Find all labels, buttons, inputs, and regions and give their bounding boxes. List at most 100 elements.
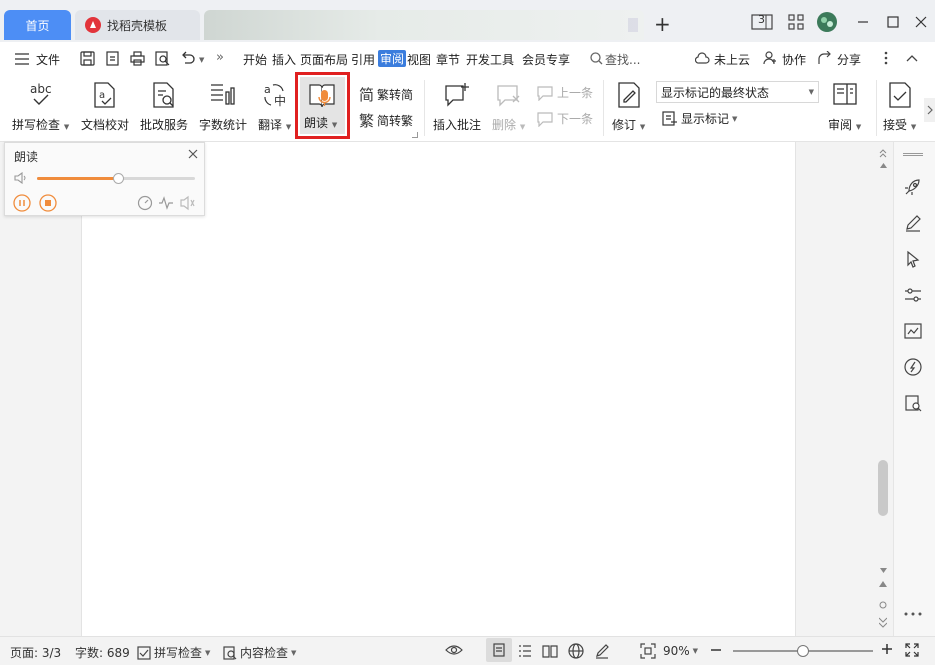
menu-start[interactable]: 开始 — [243, 51, 267, 68]
read-aloud-button[interactable]: 朗读 ▼ — [300, 77, 345, 134]
menu-insert[interactable]: 插入 — [272, 51, 296, 68]
volume-knob[interactable] — [113, 173, 125, 184]
compass-icon[interactable] — [903, 357, 923, 377]
trad-to-simp-button[interactable]: 简 繁转简 — [359, 84, 413, 105]
next-page-icon[interactable] — [879, 617, 887, 629]
word-count-button[interactable]: 字数统计 — [199, 80, 247, 133]
fit-page-icon[interactable] — [640, 643, 656, 659]
sidebar-menu-icon[interactable] — [903, 153, 923, 156]
translate-button[interactable]: a中 翻译 ▼ — [258, 80, 291, 133]
menu-references[interactable]: 引用 — [351, 51, 375, 68]
spell-check-button[interactable]: abc 拼写检查 ▼ — [12, 80, 69, 133]
search-input[interactable]: 查找... — [605, 51, 640, 68]
collapse-ribbon-icon[interactable] — [906, 54, 918, 62]
tab-document[interactable] — [204, 10, 644, 40]
export-pdf-icon[interactable] — [105, 51, 120, 66]
zoom-slider-knob[interactable] — [797, 645, 809, 657]
avatar[interactable] — [816, 12, 838, 32]
prev-page-icon[interactable] — [879, 580, 887, 588]
next-comment-button[interactable]: 下一条 — [536, 110, 593, 127]
menu-chapter[interactable]: 章节 — [436, 51, 460, 68]
eye-protection-icon[interactable] — [445, 643, 463, 657]
zoom-in-icon[interactable] — [881, 643, 893, 655]
track-changes-button[interactable]: 修订 ▼ — [612, 80, 645, 133]
delete-comment-button[interactable]: 删除 ▼ — [492, 80, 525, 133]
document-page[interactable] — [81, 142, 796, 636]
menu-developer[interactable]: 开发工具 — [466, 51, 514, 68]
spell-check-icon: abc — [26, 80, 56, 110]
speed-icon[interactable] — [137, 195, 153, 211]
zoom-slider[interactable] — [733, 645, 873, 657]
read-panel-close-icon[interactable] — [188, 149, 198, 159]
zoom-out-icon[interactable] — [710, 644, 722, 656]
web-view-icon[interactable] — [568, 643, 584, 659]
accept-button[interactable]: 接受 ▼ — [883, 80, 916, 133]
undo-dropdown-icon[interactable]: ▼ — [199, 56, 204, 64]
accept-icon — [885, 80, 915, 110]
voice-settings-icon[interactable] — [180, 195, 196, 211]
tab-home[interactable]: 首页 — [4, 10, 71, 40]
stop-icon[interactable] — [39, 194, 57, 212]
page-view-button[interactable] — [486, 638, 512, 662]
new-tab-icon[interactable]: + — [654, 12, 674, 36]
simp-to-trad-button[interactable]: 繁 简转繁 — [359, 110, 413, 131]
pen-icon[interactable] — [903, 213, 923, 233]
select-browse-icon[interactable] — [879, 601, 887, 609]
review-pane-button[interactable]: 审阅 ▼ — [828, 80, 861, 133]
sliders-icon[interactable] — [903, 285, 923, 305]
tab-close-icon[interactable] — [628, 18, 638, 32]
ribbon-scroll-right[interactable] — [924, 98, 935, 122]
tab-templates[interactable]: 找稻壳模板 — [75, 10, 200, 40]
show-markup-button[interactable]: 显示标记 ▼ — [662, 110, 737, 127]
image-chart-icon[interactable] — [903, 321, 923, 341]
collab-button[interactable]: 协作 — [782, 51, 806, 68]
print-icon[interactable] — [130, 51, 145, 66]
menu-review[interactable]: 审阅 — [378, 50, 407, 67]
save-icon[interactable] — [80, 51, 95, 66]
reading-view-icon[interactable] — [542, 644, 558, 658]
undo-icon[interactable] — [180, 51, 195, 66]
menu-view[interactable]: 视图 — [407, 51, 431, 68]
menu-page-layout[interactable]: 页面布局 — [300, 51, 348, 68]
markup-state-select[interactable]: 显示标记的最终状态 ▼ — [656, 81, 819, 103]
rocket-icon[interactable] — [903, 177, 923, 197]
scroll-down-arrow-icon[interactable] — [880, 568, 887, 573]
outline-view-icon[interactable] — [518, 644, 532, 658]
more-chevron-icon[interactable]: » — [216, 50, 224, 65]
book-search-icon[interactable] — [903, 393, 923, 413]
scroll-up-icon[interactable] — [879, 148, 887, 158]
vertical-scrollbar[interactable] — [876, 142, 890, 636]
status-content-check[interactable]: 内容检查 ▼ — [223, 644, 296, 661]
scroll-up-arrow-icon[interactable] — [880, 163, 887, 168]
group-launcher-icon[interactable] — [412, 132, 418, 138]
minimize-icon[interactable] — [852, 12, 874, 32]
more-options-icon[interactable] — [884, 51, 888, 65]
proofread-button[interactable]: a 文档校对 — [81, 80, 129, 133]
insert-comment-button[interactable]: 插入批注 — [433, 80, 481, 133]
apps-grid-icon[interactable] — [785, 12, 807, 32]
menu-member[interactable]: 会员专享 — [522, 51, 570, 68]
maximize-icon[interactable] — [882, 12, 904, 32]
status-spell-check[interactable]: 拼写检查 ▼ — [137, 644, 210, 661]
read-aloud-label: 朗读 — [304, 116, 329, 130]
page-indicator[interactable]: 页面: 3/3 — [10, 644, 61, 661]
fullscreen-icon[interactable] — [905, 643, 919, 657]
sidebar-more-icon[interactable] — [904, 612, 922, 616]
word-count-indicator[interactable]: 字数: 689 — [75, 644, 130, 661]
hamburger-icon[interactable] — [15, 53, 29, 65]
close-icon[interactable] — [910, 12, 932, 32]
print-preview-icon[interactable] — [155, 51, 170, 66]
correction-service-button[interactable]: 批改服务 — [140, 80, 188, 133]
share-button[interactable]: 分享 — [837, 51, 861, 68]
write-mode-icon[interactable] — [594, 643, 610, 659]
next-comment-label: 下一条 — [557, 112, 594, 126]
voice-wave-icon[interactable] — [158, 195, 174, 211]
volume-slider[interactable] — [37, 173, 195, 184]
zoom-level-select[interactable]: 90% ▼ — [663, 644, 698, 658]
prev-comment-button[interactable]: 上一条 — [536, 84, 593, 101]
scrollbar-thumb[interactable] — [878, 460, 888, 516]
pause-icon[interactable] — [13, 194, 31, 212]
cloud-status[interactable]: 未上云 — [714, 51, 750, 68]
cursor-select-icon[interactable] — [903, 249, 923, 269]
menu-file[interactable]: 文件 — [36, 51, 60, 68]
